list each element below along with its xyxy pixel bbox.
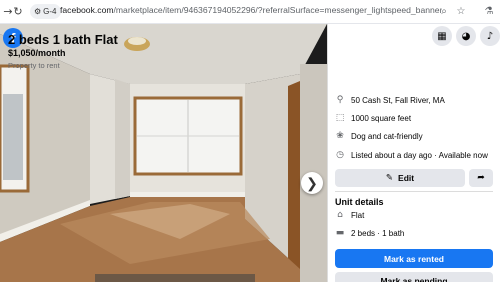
listing-subtitle: Property to rent: [8, 61, 60, 70]
reload-icon[interactable]: ↻: [10, 3, 26, 19]
listed-row: ◷ Listed about a day ago · Available now: [335, 148, 488, 162]
listing-title: 2 beds 1 bath Flat: [8, 32, 118, 47]
beds-baths-row: ▬ 2 beds · 1 bath: [335, 226, 405, 240]
url-domain: facebook.com: [60, 5, 114, 15]
notifications-bell-icon[interactable]: ♪: [480, 26, 500, 46]
share-arrow-icon: ➦: [477, 173, 485, 183]
square-feet-text: 1000 square feet: [351, 113, 412, 123]
pencil-icon: ✎: [385, 173, 394, 183]
labs-flask-icon[interactable]: ⚗: [482, 4, 496, 18]
unit-details-heading: Unit details: [335, 197, 384, 207]
url-field[interactable]: facebook.com/marketplace/item/9463671940…: [60, 5, 442, 15]
address-row: ⚲ 50 Cash St, Fall River, MA: [335, 93, 445, 107]
chevron-right-icon: ❯: [306, 174, 318, 191]
pets-row: ❀ Dog and cat-friendly: [335, 129, 423, 143]
listed-text: Listed about a day ago · Available now: [351, 150, 488, 160]
unit-type-row: ⌂ Flat: [335, 208, 364, 222]
clock-icon: ◷: [336, 150, 344, 160]
site-chip-label: G-4: [43, 7, 57, 16]
paw-icon: ❀: [336, 131, 344, 141]
tune-icon: ⚙: [34, 7, 42, 16]
zoom-icon[interactable]: ⌕: [437, 4, 451, 18]
next-photo-button[interactable]: ❯: [301, 172, 323, 194]
listing-price: $1,050/month: [8, 48, 66, 58]
share-button[interactable]: ➦: [469, 169, 493, 187]
location-pin-icon: ⚲: [336, 95, 344, 105]
area-icon: ⬚: [335, 113, 345, 123]
grid-menu-icon[interactable]: ▦: [432, 26, 452, 46]
header-icons: ▦ ◕ ♪: [432, 26, 500, 50]
mark-as-pending-button[interactable]: Mark as pending: [335, 272, 493, 282]
mark-as-rented-button[interactable]: Mark as rented: [335, 249, 493, 268]
bed-icon: ▬: [335, 228, 345, 238]
url-path: /marketplace/item/946367194052296/?refer…: [113, 5, 442, 15]
edit-label: Edit: [398, 173, 415, 183]
section-divider: [335, 191, 493, 192]
edit-button[interactable]: ✎ Edit: [335, 169, 465, 187]
messenger-icon[interactable]: ◕: [456, 26, 476, 46]
browser-address-bar: → ↻ ⚙ G-4 facebook.com/marketplace/item/…: [0, 0, 500, 24]
building-icon: ⌂: [337, 210, 343, 220]
address-text: 50 Cash St, Fall River, MA: [351, 95, 445, 105]
beds-baths-text: 2 beds · 1 bath: [351, 228, 405, 238]
site-info-chip[interactable]: ⚙ G-4: [30, 4, 61, 19]
pets-text: Dog and cat-friendly: [351, 131, 423, 141]
square-feet-row: ⬚ 1000 square feet: [335, 111, 411, 125]
bookmark-star-icon[interactable]: ☆: [454, 4, 468, 18]
unit-type-text: Flat: [351, 210, 365, 220]
